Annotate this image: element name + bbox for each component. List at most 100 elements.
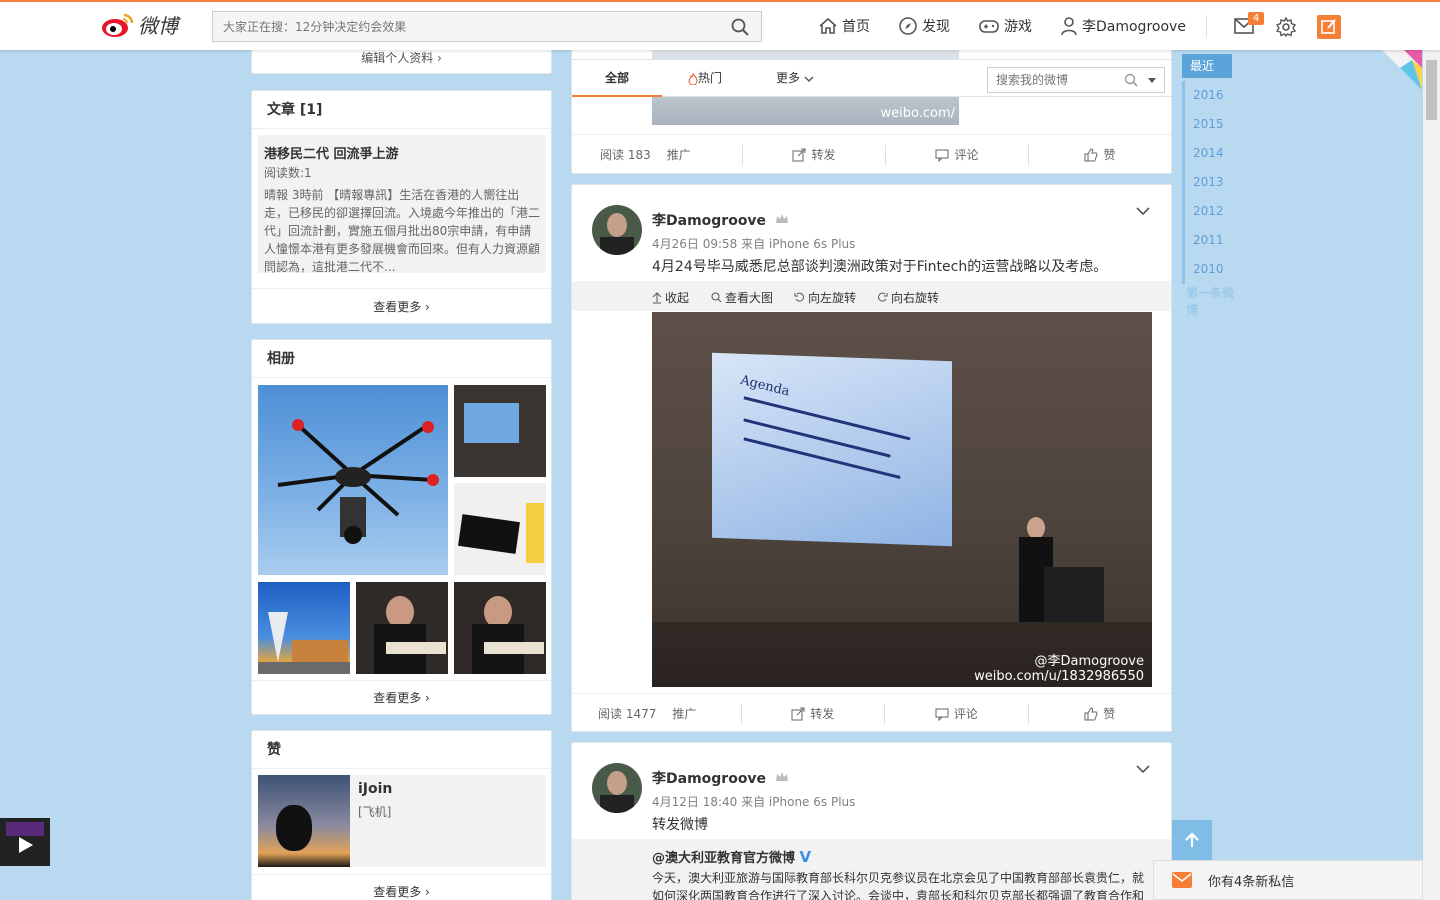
compose-button[interactable] — [1317, 15, 1341, 39]
chevron-down-icon — [804, 76, 814, 82]
tab-more[interactable]: 更多 — [776, 60, 815, 97]
post-1-read-count: 阅读 183 推广 — [572, 145, 742, 165]
rotate-left-icon — [794, 292, 804, 302]
timeline-year-2013[interactable]: 2013 — [1182, 168, 1242, 197]
tab-hot-label: 热门 — [698, 71, 723, 85]
post-2-comment-button[interactable]: 评论 — [884, 703, 1028, 724]
post-3-text: 转发微博 — [652, 817, 708, 833]
articles-title: 文章 [1] — [252, 91, 551, 129]
nav-games[interactable]: 游戏 — [978, 16, 1032, 36]
weibo-logo[interactable]: 微博 — [100, 10, 178, 39]
rotate-left-label: 向左旋转 — [808, 291, 857, 305]
post-3-avatar[interactable] — [592, 763, 642, 813]
post-card-2: 李Damogroove 4月26日 09:58 来自 iPhone 6s Plu… — [571, 184, 1172, 732]
nav-home[interactable]: 首页 — [818, 16, 870, 36]
nav-games-label: 游戏 — [1004, 19, 1032, 35]
private-message-notice[interactable]: 你有4条新私信 — [1153, 860, 1423, 900]
corner-color-ribbon-icon[interactable] — [1382, 50, 1422, 90]
magnify-icon — [711, 292, 722, 303]
post-2-username[interactable]: 李Damogroove — [652, 210, 789, 230]
tab-all[interactable]: 全部 — [572, 60, 662, 97]
tab-hot[interactable]: 热门 — [688, 60, 722, 97]
timeline-year-2014[interactable]: 2014 — [1182, 139, 1242, 168]
global-search — [212, 11, 762, 42]
post-3-username[interactable]: 李Damogroove — [652, 768, 789, 788]
post-card-3: 李Damogroove 4月12日 18:40 来自 iPhone 6s Plu… — [571, 742, 1172, 900]
post-1-comment-button[interactable]: 评论 — [885, 144, 1028, 165]
post-2-comment-label: 评论 — [953, 707, 978, 721]
article-excerpt: 晴報 3時前 【晴報專訊】生活在香港的人嚮往出走，已移民的卻選擇回流。入境處今年… — [264, 188, 541, 274]
page-scrollbar[interactable] — [1423, 50, 1440, 900]
edit-profile-link[interactable]: 编辑个人资料 › — [252, 49, 551, 66]
floating-video-player[interactable] — [0, 818, 50, 866]
post-2-image[interactable]: Agenda @李Damogroove weibo.com/u/18329865… — [652, 312, 1152, 687]
nav-discover-label: 发现 — [922, 19, 950, 35]
liked-item[interactable]: iJoin [飞机] — [258, 775, 546, 867]
back-to-top-button[interactable] — [1172, 820, 1212, 860]
nav-profile[interactable]: 李Damogroove — [1060, 16, 1186, 36]
post-1-promote[interactable]: 推广 — [667, 146, 691, 163]
scrollbar-thumb[interactable] — [1426, 60, 1437, 120]
repost-user[interactable]: @澳大利亚教育官方微博 V — [652, 847, 811, 866]
global-search-input[interactable] — [213, 12, 713, 41]
play-icon — [19, 837, 33, 853]
liked-item-name[interactable]: iJoin — [358, 781, 392, 797]
timeline-first-post[interactable]: 第一条微博 — [1182, 284, 1242, 318]
timeline-year-2015[interactable]: 2015 — [1182, 110, 1242, 139]
post-2-action-bar: 阅读 1477 推广 转发 评论 赞 — [572, 693, 1171, 733]
post-1-like-button[interactable]: 赞 — [1028, 144, 1171, 165]
timeline-year-2011[interactable]: 2011 — [1182, 226, 1242, 255]
post-2-watermark-user: @李Damogroove — [1034, 654, 1144, 669]
album-photo-drone[interactable] — [258, 385, 448, 575]
feed-search-input[interactable] — [988, 68, 1118, 92]
album-photo-device[interactable] — [454, 483, 546, 575]
album-more-link[interactable]: 查看更多 › — [252, 689, 551, 706]
post-3-username-text: 李Damogroove — [652, 771, 767, 787]
rotate-right-button[interactable]: 向右旋转 — [877, 289, 939, 306]
timeline-year-2012[interactable]: 2012 — [1182, 197, 1242, 226]
post-1-action-bar: 阅读 183 推广 转发 评论 赞 — [572, 134, 1171, 174]
search-icon[interactable] — [1124, 73, 1138, 87]
dropdown-arrow-icon[interactable] — [1147, 77, 1157, 85]
member-crown-icon — [775, 214, 788, 223]
post-2-promote[interactable]: 推广 — [672, 705, 696, 722]
liked-item-desc: [飞机] — [358, 805, 392, 819]
nav-discover[interactable]: 发现 — [898, 16, 950, 36]
articles-more-link[interactable]: 查看更多 › — [252, 298, 551, 315]
post-2-avatar[interactable] — [592, 205, 642, 255]
album-photo-building[interactable] — [258, 582, 350, 674]
likes-more-link[interactable]: 查看更多 › — [252, 883, 551, 900]
timeline-recent[interactable]: 最近 — [1182, 54, 1232, 78]
nav-home-label: 首页 — [842, 19, 870, 35]
fire-icon — [688, 72, 698, 85]
view-large-button[interactable]: 查看大图 — [711, 289, 773, 306]
collapse-label: 收起 — [665, 291, 690, 305]
repost-text: 今天，澳大利亚旅游与国际教育部长科尔贝克参议员在北京会见了中国教育部部长袁贵仁，… — [652, 871, 1145, 900]
thumbs-up-icon — [1084, 147, 1098, 161]
article-title[interactable]: 港移民二代 回流爭上游 — [264, 143, 540, 162]
post-2-meta: 4月26日 09:58 来自 iPhone 6s Plus — [652, 237, 856, 251]
timeline-year-2016[interactable]: 2016 — [1182, 81, 1242, 110]
album-photo-speaker-2[interactable] — [454, 582, 546, 674]
gear-icon[interactable] — [1276, 17, 1296, 37]
compass-icon — [899, 17, 917, 35]
comment-icon — [935, 149, 949, 162]
post-1-read: 阅读 183 — [600, 148, 651, 162]
post-2-chevron-down-icon[interactable] — [1135, 205, 1151, 217]
timeline-year-2010[interactable]: 2010 — [1182, 255, 1242, 284]
search-icon[interactable] — [731, 18, 749, 36]
article-item[interactable]: 港移民二代 回流爭上游 阅读数:1 晴報 3時前 【晴報專訊】生活在香港的人嚮往… — [258, 135, 546, 274]
presentation-screen: Agenda — [712, 352, 952, 547]
tab-more-label: 更多 — [776, 71, 801, 85]
post-2-forward-button[interactable]: 转发 — [740, 703, 885, 724]
comment-icon — [935, 708, 949, 721]
album-photo-presentation[interactable] — [454, 385, 546, 477]
collapse-button[interactable]: 收起 — [652, 289, 689, 306]
envelope-icon — [1172, 872, 1192, 888]
post-1-forward-button[interactable]: 转发 — [742, 144, 885, 165]
post-2-like-button[interactable]: 赞 — [1027, 703, 1172, 724]
album-photo-speaker-1[interactable] — [356, 582, 448, 674]
rotate-left-button[interactable]: 向左旋转 — [794, 289, 856, 306]
post-3-chevron-down-icon[interactable] — [1135, 763, 1151, 775]
user-icon — [1061, 17, 1077, 36]
